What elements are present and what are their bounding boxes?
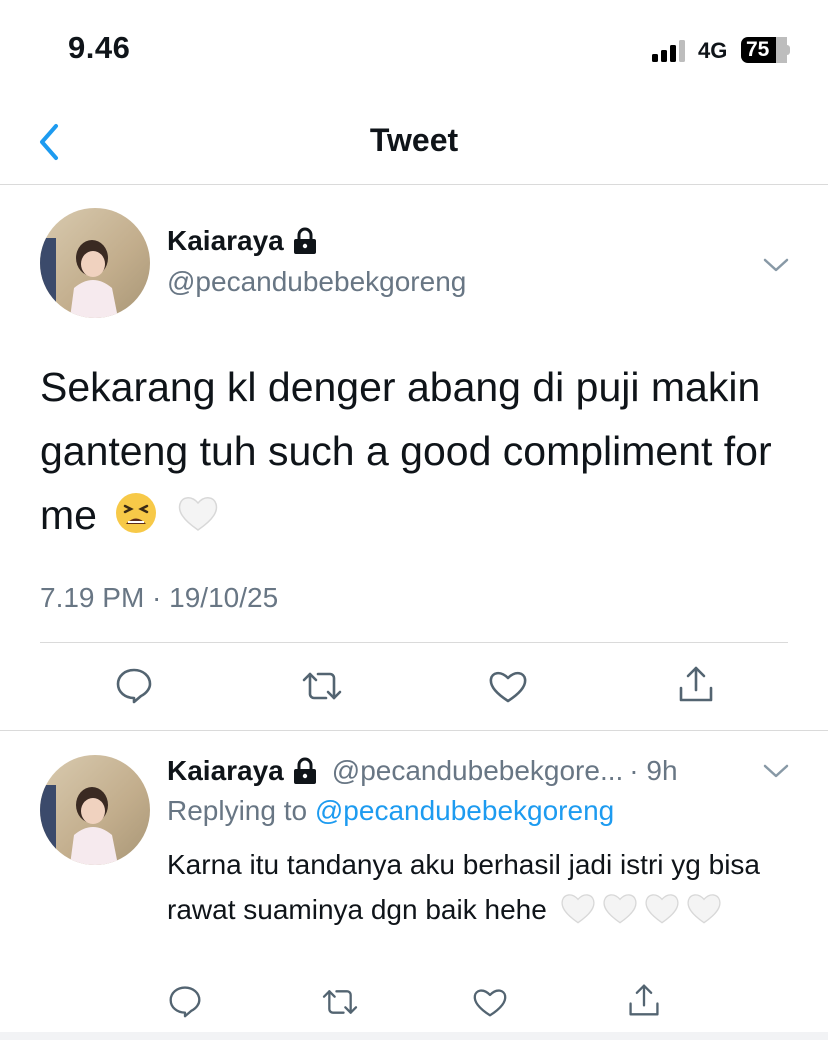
white-heart-emoji [560,894,595,924]
lock-icon [293,757,316,784]
retweet-icon [302,672,342,700]
battery-icon: 75 [741,37,795,63]
avatar[interactable] [40,755,150,865]
avatar-image [40,755,150,865]
retweet-button[interactable] [300,668,344,704]
like-icon [489,671,527,703]
handle[interactable]: @pecandubebekgore... [332,755,624,787]
like-icon [473,989,507,1017]
white-heart-emoji [644,894,679,924]
lock-icon [293,227,316,254]
replying-prefix: Replying to [167,795,308,826]
handle[interactable]: @pecandubebekgoreng [167,266,466,298]
reply-button[interactable] [168,984,202,1018]
replying-to-link[interactable]: @pecandubebekgoreng [315,795,614,826]
chevron-down-icon[interactable] [762,256,790,274]
white-heart-emoji [602,894,637,924]
white-heart-emoji [178,497,217,531]
battery-level: 75 [746,38,770,61]
tired-face-emoji [116,493,157,533]
share-button[interactable] [627,982,661,1018]
reply-icon [116,668,152,704]
tweet-timestamp[interactable]: 7.19 PM · 19/10/25 [40,582,278,614]
status-bar: 9.46 4G 75 [0,0,828,100]
replying-to: Replying to @pecandubebekgoreng [167,795,614,827]
bottom-separator [0,1032,828,1040]
avatar[interactable] [40,208,150,318]
share-icon [629,984,659,1016]
avatar-image [40,208,150,318]
chevron-down-icon[interactable] [762,762,790,780]
tweet-text: Sekarang kl denger abang di puji makin g… [40,355,790,547]
divider [40,642,788,643]
reply-header: Kaiaraya @pecandubebekgore... · 9h [167,753,787,789]
share-icon [679,666,713,702]
nav-bar: Tweet [0,100,828,185]
display-name-text: Kaiaraya [167,225,284,256]
display-name-text: Kaiaraya [167,755,284,786]
share-button[interactable] [677,664,715,704]
display-name[interactable]: Kaiaraya [167,225,318,257]
retweet-icon [322,990,358,1014]
reply-icon [169,986,201,1018]
display-name[interactable]: Kaiaraya [167,755,318,787]
divider [0,730,828,731]
status-time: 9.46 [68,30,131,65]
network-type: 4G [698,38,728,63]
reply-text: Karna itu tandanya aku berhasil jadi ist… [167,842,797,932]
reply-time: · 9h [629,755,678,786]
reply-button[interactable] [115,666,153,704]
retweet-button[interactable] [320,986,360,1018]
page-title: Tweet [369,122,459,158]
white-heart-emoji [686,894,721,924]
like-button[interactable] [488,668,528,704]
signal-icon [652,40,685,62]
like-button[interactable] [472,986,508,1018]
